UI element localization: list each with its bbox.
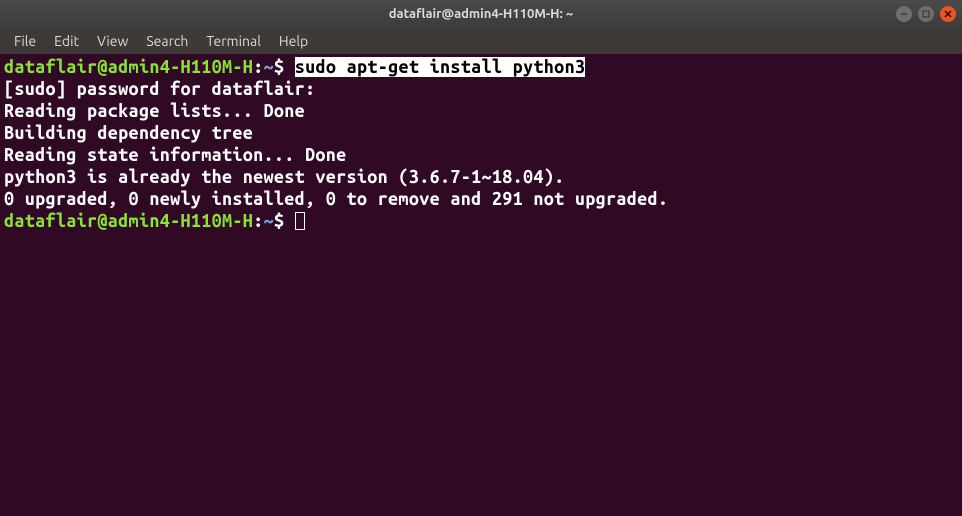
menubar: File Edit View Search Terminal Help [0,28,962,54]
cursor [295,212,305,230]
maximize-button[interactable] [918,6,934,22]
prompt-line-1: dataflair@admin4-H110M-H:~$ sudo apt-get… [4,56,958,78]
prompt-colon: : [253,211,263,231]
terminal-area[interactable]: dataflair@admin4-H110M-H:~$ sudo apt-get… [0,54,962,516]
menu-file[interactable]: File [6,31,44,51]
prompt-path: ~ [264,211,274,231]
output-line: Building dependency tree [4,122,958,144]
prompt-colon: : [253,57,263,77]
prompt-userhost: dataflair@admin4-H110M-H [4,211,253,231]
output-line: Reading state information... Done [4,144,958,166]
prompt-dollar: $ [274,211,284,231]
menu-view[interactable]: View [89,31,136,51]
command-text: sudo apt-get install python3 [295,57,586,77]
prompt-path: ~ [264,57,274,77]
prompt-userhost: dataflair@admin4-H110M-H [4,57,253,77]
window-controls [896,6,956,22]
window-title: dataflair@admin4-H110M-H: ~ [389,7,573,21]
menu-edit[interactable]: Edit [46,31,87,51]
close-button[interactable] [940,6,956,22]
minimize-button[interactable] [896,6,912,22]
output-line: [sudo] password for dataflair: [4,78,958,100]
output-line: python3 is already the newest version (3… [4,166,958,188]
menu-search[interactable]: Search [138,31,196,51]
prompt-line-2: dataflair@admin4-H110M-H:~$ [4,210,958,232]
menu-terminal[interactable]: Terminal [198,31,269,51]
prompt-dollar: $ [274,57,284,77]
output-line: Reading package lists... Done [4,100,958,122]
output-line: 0 upgraded, 0 newly installed, 0 to remo… [4,188,958,210]
menu-help[interactable]: Help [271,31,316,51]
titlebar: dataflair@admin4-H110M-H: ~ [0,0,962,28]
